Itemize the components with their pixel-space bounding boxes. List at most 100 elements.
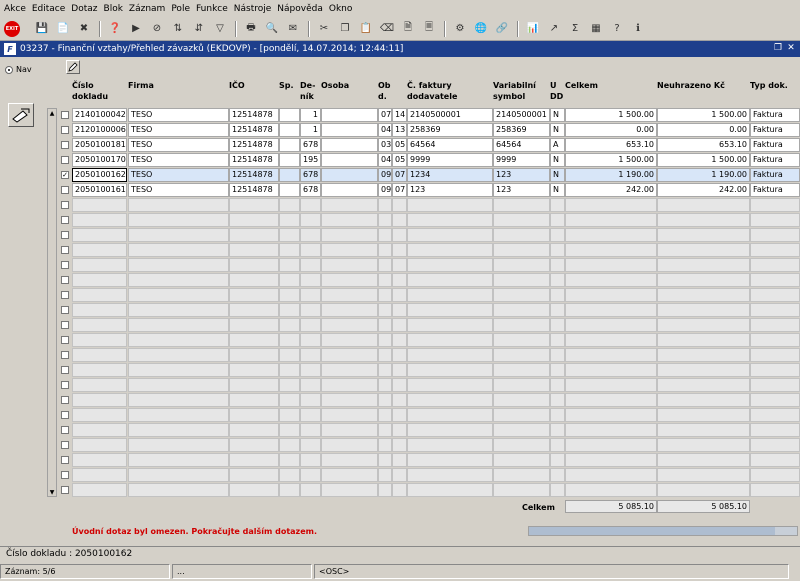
- cell-sp[interactable]: [279, 468, 300, 482]
- cell-ob1[interactable]: [378, 408, 392, 422]
- cell-ob1[interactable]: [378, 228, 392, 242]
- cell-ob2[interactable]: [392, 393, 407, 407]
- cell-ob2[interactable]: 14: [392, 108, 407, 122]
- cell-ob2[interactable]: [392, 423, 407, 437]
- cell-celkem[interactable]: [565, 243, 657, 257]
- cell-cfaktury[interactable]: [407, 228, 493, 242]
- cell-varsym[interactable]: 9999: [493, 153, 550, 167]
- cell-varsym[interactable]: [493, 228, 550, 242]
- cell-firma[interactable]: [128, 468, 229, 482]
- cell-doklad[interactable]: [72, 408, 127, 422]
- row-checkbox[interactable]: [61, 381, 69, 389]
- link-icon[interactable]: 🔗: [494, 21, 510, 37]
- cell-firma[interactable]: [128, 273, 229, 287]
- cell-ob2[interactable]: [392, 288, 407, 302]
- cell-udd[interactable]: N: [550, 153, 565, 167]
- cell-denik[interactable]: 1: [300, 108, 321, 122]
- cell-udd[interactable]: [550, 483, 565, 497]
- table-row[interactable]: 2120100006 TESO 12514878 1 04 13 258369 258369 N…: [58, 123, 800, 138]
- cell-ob2[interactable]: [392, 483, 407, 497]
- cell-firma[interactable]: TESO: [128, 168, 229, 182]
- cell-doklad[interactable]: 2140100042: [72, 108, 127, 122]
- cell-ico[interactable]: [229, 243, 279, 257]
- horizontal-scrollbar[interactable]: [528, 526, 798, 536]
- cell-firma[interactable]: [128, 198, 229, 212]
- cell-doklad[interactable]: [72, 198, 127, 212]
- cell-varsym[interactable]: 123: [493, 168, 550, 182]
- row-checkbox[interactable]: [61, 411, 69, 419]
- exit-button[interactable]: EXIT: [4, 20, 20, 37]
- cell-ob1[interactable]: [378, 198, 392, 212]
- table-row[interactable]: [58, 468, 800, 483]
- cell-neuhrazeno[interactable]: [657, 483, 750, 497]
- cell-neuhrazeno[interactable]: [657, 378, 750, 392]
- cell-doklad[interactable]: [72, 288, 127, 302]
- cell-firma[interactable]: [128, 243, 229, 257]
- table-row[interactable]: [58, 228, 800, 243]
- cell-typ[interactable]: [750, 243, 800, 257]
- cell-firma[interactable]: [128, 333, 229, 347]
- cell-cfaktury[interactable]: [407, 273, 493, 287]
- cell-denik[interactable]: [300, 363, 321, 377]
- cell-doklad[interactable]: 2050100161: [72, 183, 127, 197]
- cell-ico[interactable]: [229, 483, 279, 497]
- cell-typ[interactable]: [750, 378, 800, 392]
- cell-cfaktury[interactable]: [407, 318, 493, 332]
- row-checkbox[interactable]: [61, 276, 69, 284]
- cell-celkem[interactable]: [565, 333, 657, 347]
- cell-typ[interactable]: [750, 228, 800, 242]
- cell-doklad[interactable]: 2050100162: [72, 168, 127, 182]
- cell-udd[interactable]: [550, 393, 565, 407]
- cell-celkem[interactable]: [565, 378, 657, 392]
- cell-ico[interactable]: [229, 438, 279, 452]
- cell-osoba[interactable]: [321, 108, 378, 122]
- sort-desc-icon[interactable]: ⇵: [191, 21, 207, 37]
- cell-ico[interactable]: [229, 393, 279, 407]
- cell-neuhrazeno[interactable]: [657, 198, 750, 212]
- cell-ob2[interactable]: [392, 318, 407, 332]
- cell-neuhrazeno[interactable]: [657, 363, 750, 377]
- cell-celkem[interactable]: 1 190.00: [565, 168, 657, 182]
- cell-udd[interactable]: N: [550, 108, 565, 122]
- cell-denik[interactable]: 195: [300, 153, 321, 167]
- cell-ob1[interactable]: [378, 348, 392, 362]
- cell-osoba[interactable]: [321, 318, 378, 332]
- cell-udd[interactable]: [550, 243, 565, 257]
- cell-firma[interactable]: TESO: [128, 123, 229, 137]
- cell-ico[interactable]: [229, 348, 279, 362]
- cell-varsym[interactable]: [493, 333, 550, 347]
- cell-ico[interactable]: 12514878: [229, 123, 279, 137]
- cell-firma[interactable]: TESO: [128, 138, 229, 152]
- cell-denik[interactable]: [300, 468, 321, 482]
- cell-ob1[interactable]: [378, 333, 392, 347]
- row-checkbox[interactable]: ✓: [61, 171, 69, 179]
- cell-doklad[interactable]: [72, 423, 127, 437]
- cell-firma[interactable]: [128, 423, 229, 437]
- cell-ob2[interactable]: [392, 453, 407, 467]
- cell-ob2[interactable]: [392, 348, 407, 362]
- cell-varsym[interactable]: [493, 468, 550, 482]
- table-row[interactable]: [58, 453, 800, 468]
- cell-cfaktury[interactable]: 123: [407, 183, 493, 197]
- paste-icon[interactable]: 📋: [358, 21, 374, 37]
- cell-udd[interactable]: [550, 378, 565, 392]
- cell-neuhrazeno[interactable]: 1 190.00: [657, 168, 750, 182]
- cell-udd[interactable]: N: [550, 123, 565, 137]
- row-checkbox[interactable]: [61, 336, 69, 344]
- cell-varsym[interactable]: 64564: [493, 138, 550, 152]
- cell-varsym[interactable]: [493, 258, 550, 272]
- row-checkbox[interactable]: [61, 441, 69, 449]
- export-icon[interactable]: ↗: [546, 21, 562, 37]
- cell-ob2[interactable]: 07: [392, 183, 407, 197]
- cell-denik[interactable]: [300, 408, 321, 422]
- cell-ob1[interactable]: [378, 243, 392, 257]
- cell-ico[interactable]: 12514878: [229, 108, 279, 122]
- cell-sp[interactable]: [279, 303, 300, 317]
- cell-neuhrazeno[interactable]: [657, 408, 750, 422]
- cell-ob1[interactable]: [378, 258, 392, 272]
- cell-ico[interactable]: [229, 228, 279, 242]
- cell-ico[interactable]: [229, 273, 279, 287]
- print-icon[interactable]: 🖶: [243, 21, 259, 37]
- cell-doklad[interactable]: [72, 438, 127, 452]
- cell-doklad[interactable]: [72, 333, 127, 347]
